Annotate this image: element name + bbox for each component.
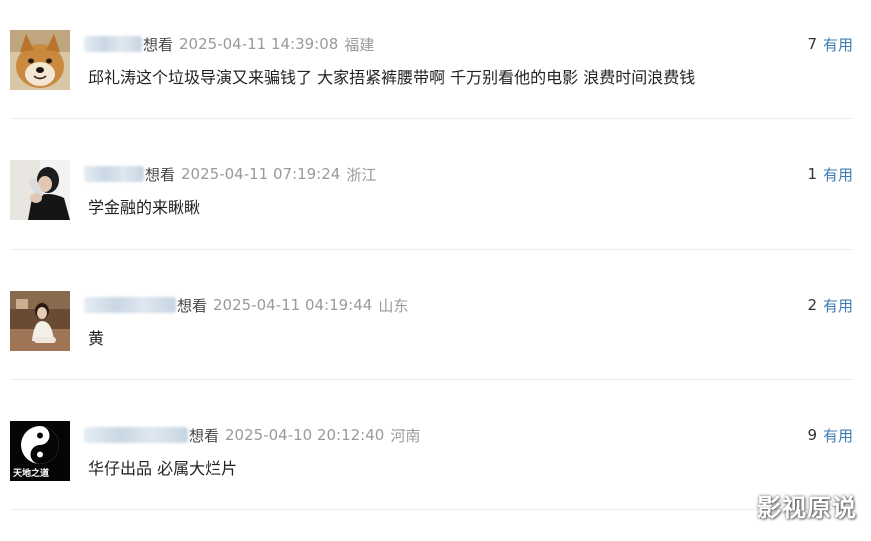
comment-location: 河南 <box>390 426 421 445</box>
watch-status: 想看 <box>177 296 208 315</box>
person-with-bottle-avatar <box>10 160 70 220</box>
comment-meta: 想看 2025-04-11 14:39:08 福建 <box>84 33 374 55</box>
divider <box>10 509 853 510</box>
divider <box>10 118 853 119</box>
comment-text: 学金融的来瞅瞅 <box>88 198 201 217</box>
blurred-username[interactable] <box>84 427 188 443</box>
useful-button[interactable]: 有用 <box>823 34 853 55</box>
comment-time: 2025-04-11 04:19:44 <box>213 296 373 314</box>
watch-status: 想看 <box>189 426 220 445</box>
comment-text: 黄 <box>88 329 105 348</box>
vote-area: 9 有用 <box>807 424 853 446</box>
avatar[interactable] <box>10 291 70 351</box>
divider <box>10 249 853 250</box>
useful-button[interactable]: 有用 <box>823 425 853 446</box>
comment-meta: 想看 2025-04-10 20:12:40 河南 <box>84 424 420 446</box>
divider <box>10 379 853 380</box>
comment-meta: 想看 2025-04-11 07:19:24 浙江 <box>84 163 376 185</box>
vote-area: 7 有用 <box>807 33 853 55</box>
vote-area: 2 有用 <box>807 294 853 316</box>
avatar[interactable]: 天地之道 <box>10 421 70 481</box>
vote-count: 2 <box>807 296 817 314</box>
yin-yang-avatar: 天地之道 <box>10 421 70 481</box>
watch-status: 想看 <box>145 165 176 184</box>
watch-status: 想看 <box>143 35 174 54</box>
woman-sitting-avatar <box>10 291 70 351</box>
watermark: 影视原说 <box>757 494 857 522</box>
comment-text: 邱礼涛这个垃圾导演又来骗钱了 大家捂紧裤腰带啊 千万别看他的电影 浪费时间浪费钱 <box>88 68 696 87</box>
comment-location: 福建 <box>344 35 375 54</box>
vote-count: 9 <box>807 426 817 444</box>
comment-item: 想看 2025-04-11 04:19:44 山东 2 有用 黄 <box>10 291 853 421</box>
vote-count: 7 <box>807 35 817 53</box>
comment-location: 浙江 <box>346 165 377 184</box>
comment-item: 想看 2025-04-11 07:19:24 浙江 1 有用 学金融的来瞅瞅 <box>10 160 853 290</box>
comment-list: 想看 2025-04-11 14:39:08 福建 7 有用 邱礼涛这个垃圾导演… <box>0 0 871 541</box>
vote-area: 1 有用 <box>807 163 853 185</box>
comment-time: 2025-04-11 14:39:08 <box>179 35 339 53</box>
blurred-username[interactable] <box>84 166 144 182</box>
useful-button[interactable]: 有用 <box>823 295 853 316</box>
vote-count: 1 <box>807 165 817 183</box>
avatar[interactable] <box>10 30 70 90</box>
shiba-dog-avatar <box>10 30 70 90</box>
avatar-caption: 天地之道 <box>13 467 49 479</box>
comment-time: 2025-04-10 20:12:40 <box>225 426 385 444</box>
useful-button[interactable]: 有用 <box>823 164 853 185</box>
comment-text: 华仔出品 必属大烂片 <box>88 459 238 478</box>
comment-item: 想看 2025-04-11 14:39:08 福建 7 有用 邱礼涛这个垃圾导演… <box>10 30 853 160</box>
comment-item: 天地之道 想看 2025-04-10 20:12:40 河南 9 有用 华仔出品… <box>10 421 853 541</box>
blurred-username[interactable] <box>84 297 176 313</box>
blurred-username[interactable] <box>84 36 142 52</box>
avatar[interactable] <box>10 160 70 220</box>
comment-location: 山东 <box>378 296 409 315</box>
comment-meta: 想看 2025-04-11 04:19:44 山东 <box>84 294 408 316</box>
comment-time: 2025-04-11 07:19:24 <box>181 165 341 183</box>
